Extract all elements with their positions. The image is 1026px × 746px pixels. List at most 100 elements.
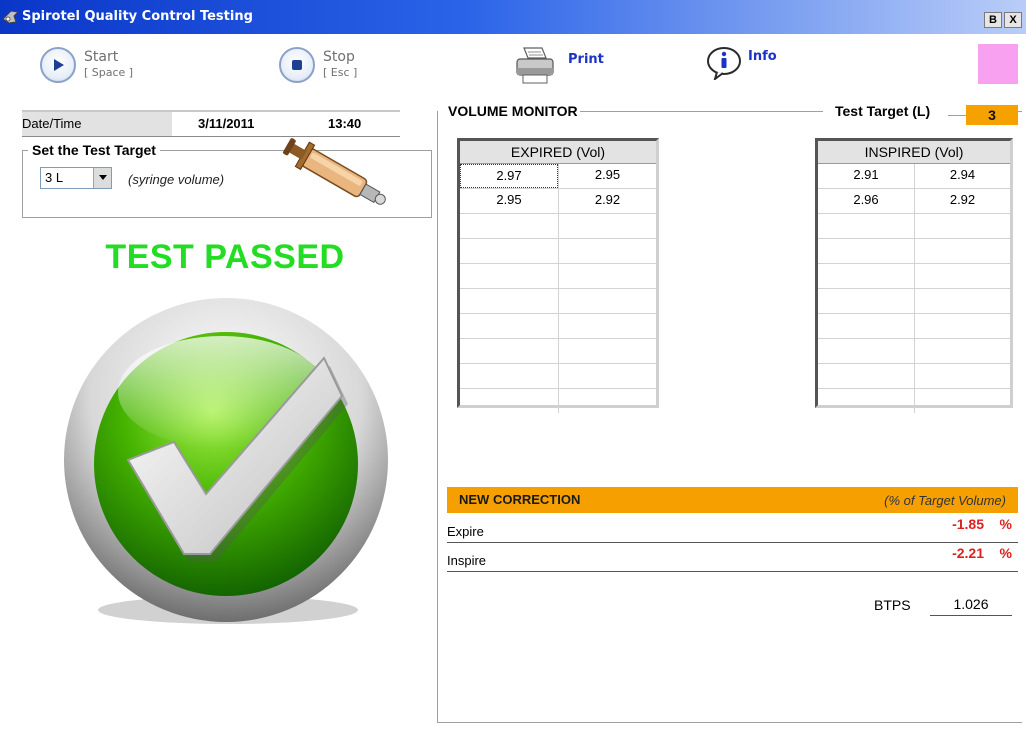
new-correction-header: NEW CORRECTION (% of Target Volume)	[447, 487, 1018, 513]
inspired-volume-cell[interactable]	[818, 314, 914, 338]
inspired-volume-cell[interactable]	[914, 289, 1010, 313]
expired-volume-cell[interactable]	[460, 264, 558, 288]
test-status: TEST PASSED	[105, 238, 345, 276]
expired-volume-cell[interactable]	[460, 364, 558, 388]
expire-value: -1.85	[952, 516, 984, 532]
app-logo-icon	[2, 10, 20, 24]
inspire-correction-row: Inspire -2.21 %	[447, 543, 1018, 572]
new-correction-unit: (% of Target Volume)	[884, 493, 1006, 508]
expired-volume-row	[460, 364, 656, 389]
btps-label: BTPS	[874, 597, 911, 613]
inspired-volume-cell[interactable]	[818, 289, 914, 313]
expired-volume-row: 2.97 2.95	[460, 164, 656, 189]
stop-label: Stop	[323, 49, 355, 65]
inspired-volume-cell[interactable]: 2.94	[914, 164, 1010, 188]
inspired-volume-cell[interactable]	[914, 214, 1010, 238]
inspired-volume-row	[818, 214, 1010, 239]
datetime-label: Date/Time	[22, 112, 172, 136]
expired-volume-cell[interactable]	[558, 214, 656, 238]
inspired-volume-cell[interactable]	[818, 214, 914, 238]
inspired-volume-row	[818, 339, 1010, 364]
inspired-volume-cell[interactable]	[914, 339, 1010, 363]
time-value: 13:40	[328, 116, 362, 131]
syringe-volume-value: 3 L	[45, 170, 64, 185]
syringe-volume-note: (syringe volume)	[128, 172, 225, 187]
expired-volume-row	[460, 239, 656, 264]
expired-volume-cell[interactable]	[460, 214, 558, 238]
window-title: Spirotel Quality Control Testing	[22, 9, 253, 24]
expired-volume-cell[interactable]: 2.92	[558, 189, 656, 213]
inspired-volume-cell[interactable]	[914, 239, 1010, 263]
expired-volume-row	[460, 264, 656, 289]
new-correction-title: NEW CORRECTION	[459, 492, 581, 507]
inspired-volume-cell[interactable]	[914, 364, 1010, 388]
info-label: Info	[748, 48, 777, 64]
expired-volume-row	[460, 389, 656, 413]
inspire-value: -2.21	[952, 545, 984, 561]
inspired-volume-cell[interactable]	[818, 389, 914, 413]
expired-volume-cell[interactable]	[558, 389, 656, 413]
volume-monitor-frame-top	[565, 111, 823, 112]
expired-volume-cell[interactable]	[460, 314, 558, 338]
inspired-volume-row: 2.91 2.94	[818, 164, 1010, 189]
expired-volume-row	[460, 314, 656, 339]
start-label: Start	[84, 49, 119, 65]
chevron-down-icon[interactable]	[93, 168, 111, 188]
expired-volume-cell[interactable]	[460, 239, 558, 263]
expire-correction-row: Expire -1.85 %	[447, 514, 1018, 543]
syringe-volume-select[interactable]: 3 L	[40, 167, 112, 189]
expired-volume-cell[interactable]	[558, 264, 656, 288]
expired-volume-row: 2.95 2.92	[460, 189, 656, 214]
inspired-volume-cell[interactable]: 2.91	[818, 164, 914, 188]
inspired-volume-table: INSPIRED (Vol) 2.91 2.94 2.96 2.92	[815, 138, 1013, 413]
inspired-volume-cell[interactable]: 2.92	[914, 189, 1010, 213]
expired-volume-cell[interactable]	[460, 389, 558, 413]
expired-volume-table: EXPIRED (Vol) 2.97 2.95 2.95 2.92	[457, 138, 659, 413]
stop-button[interactable]: Stop [ Esc ]	[279, 47, 357, 83]
expire-percent: %	[999, 516, 1012, 532]
expired-volume-cell[interactable]	[460, 289, 558, 313]
expired-volume-row	[460, 289, 656, 314]
volume-monitor-frame-top-end	[1018, 111, 1022, 112]
date-value: 3/11/2011	[198, 116, 255, 131]
inspire-percent: %	[999, 545, 1012, 561]
inspired-volume-row: 2.96 2.92	[818, 189, 1010, 214]
print-button[interactable]: Print	[514, 46, 604, 86]
restore-button[interactable]: B	[984, 12, 1002, 28]
inspired-volume-row	[818, 389, 1010, 413]
syringe-icon	[283, 138, 386, 205]
expired-volume-cell[interactable]	[558, 339, 656, 363]
checkmark-icon	[64, 298, 388, 624]
expired-volume-cell[interactable]	[558, 239, 656, 263]
inspired-volume-row	[818, 364, 1010, 389]
inspired-volume-cell[interactable]	[818, 264, 914, 288]
title-bar: Spirotel Quality Control Testing B X	[0, 0, 1026, 34]
close-button[interactable]: X	[1004, 12, 1022, 28]
volume-monitor-frame-bottom	[437, 722, 1022, 723]
expired-volume-cell[interactable]	[558, 364, 656, 388]
expire-label: Expire	[447, 524, 484, 539]
inspired-volume-cell[interactable]	[818, 339, 914, 363]
inspired-volume-cell[interactable]	[818, 239, 914, 263]
test-target-value: 3	[966, 105, 1018, 125]
inspired-volume-cell[interactable]	[914, 264, 1010, 288]
volume-monitor-legend: VOLUME MONITOR	[446, 103, 580, 119]
expired-volume-cell[interactable]: 2.95	[460, 189, 558, 213]
start-button[interactable]: Start [ Space ]	[40, 47, 133, 83]
expired-volume-cell[interactable]: 2.97	[460, 164, 558, 188]
inspired-volume-cell[interactable]: 2.96	[818, 189, 914, 213]
inspired-volume-cell[interactable]	[914, 389, 1010, 413]
expired-volume-cell[interactable]: 2.95	[558, 164, 656, 188]
inspired-volume-row	[818, 314, 1010, 339]
test-target-connector	[948, 115, 966, 116]
inspired-volume-cell[interactable]	[818, 364, 914, 388]
test-target-label: Test Target (L)	[833, 103, 933, 119]
expired-volume-row	[460, 339, 656, 364]
expired-volume-cell[interactable]	[558, 314, 656, 338]
expired-volume-cell[interactable]	[460, 339, 558, 363]
inspired-volume-cell[interactable]	[914, 314, 1010, 338]
volume-monitor-frame-left	[437, 111, 438, 723]
expired-volume-row	[460, 214, 656, 239]
info-button[interactable]: Info	[706, 46, 777, 80]
expired-volume-cell[interactable]	[558, 289, 656, 313]
